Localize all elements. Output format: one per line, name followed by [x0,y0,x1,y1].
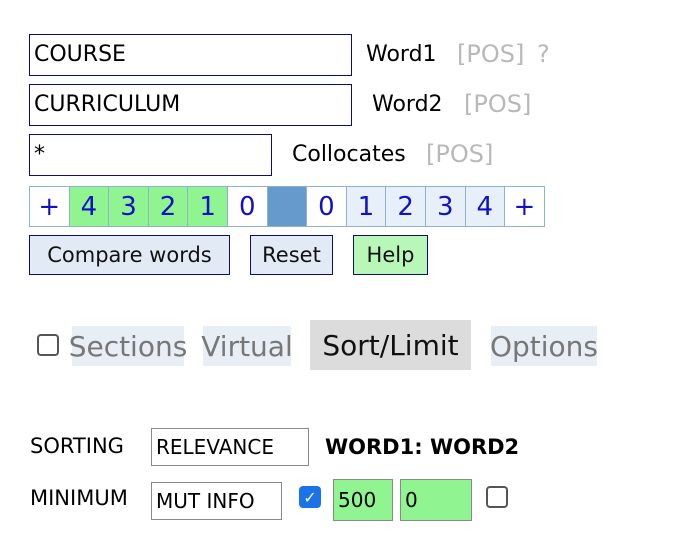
sorting-heading: WORD1: WORD2 [325,435,520,459]
span-right-2[interactable]: 2 [385,186,426,227]
min-freq-input[interactable]: 500 [333,479,393,521]
span-left-3[interactable]: 3 [108,186,149,227]
span-left-2[interactable]: 2 [147,186,189,227]
span-selector: + 4 3 2 1 0 0 1 2 3 4 + [29,186,545,227]
word2-input[interactable]: CURRICULUM [29,84,352,126]
span-left-plus[interactable]: + [29,186,70,227]
minimum-label: MINIMUM [30,486,128,510]
min-score-input[interactable]: 0 [400,479,472,521]
minimum-checkbox-2[interactable] [486,486,508,508]
sorting-select[interactable]: RELEVANCE [151,428,309,466]
word2-pos-link[interactable]: [POS] [464,90,531,118]
span-left-1[interactable]: 1 [187,186,228,227]
word1-help-link[interactable]: ? [537,40,550,68]
compare-words-button[interactable]: Compare words [29,235,230,275]
span-right-4[interactable]: 4 [464,186,506,227]
minimum-select[interactable]: MUT INFO [151,482,282,520]
span-left-0[interactable]: 0 [226,186,268,227]
span-right-1[interactable]: 1 [345,186,387,227]
tab-options[interactable]: Options [490,326,598,366]
checkmark-icon: ✓ [303,487,317,507]
collocates-pos-link[interactable]: [POS] [426,140,493,168]
tab-virtual[interactable]: Virtual [201,326,293,366]
span-center-node [266,186,308,227]
word1-label: Word1 [366,42,437,67]
span-right-plus[interactable]: + [504,186,545,227]
collocates-input[interactable]: * [29,134,272,176]
tab-sort-limit[interactable]: Sort/Limit [310,320,471,370]
span-left-4[interactable]: 4 [68,186,110,227]
minimum-checkbox[interactable]: ✓ [299,486,321,508]
word1-pos-link[interactable]: [POS] [457,40,524,68]
span-right-3[interactable]: 3 [424,186,466,227]
word2-label: Word2 [372,92,443,117]
collocates-label: Collocates [292,142,406,167]
sorting-label: SORTING [30,434,124,458]
span-right-0[interactable]: 0 [306,186,347,227]
reset-button[interactable]: Reset [250,235,333,275]
tab-sections[interactable]: Sections [69,326,187,366]
sections-checkbox[interactable] [37,334,59,356]
word1-input[interactable]: COURSE [29,34,352,76]
help-button[interactable]: Help [353,235,428,275]
